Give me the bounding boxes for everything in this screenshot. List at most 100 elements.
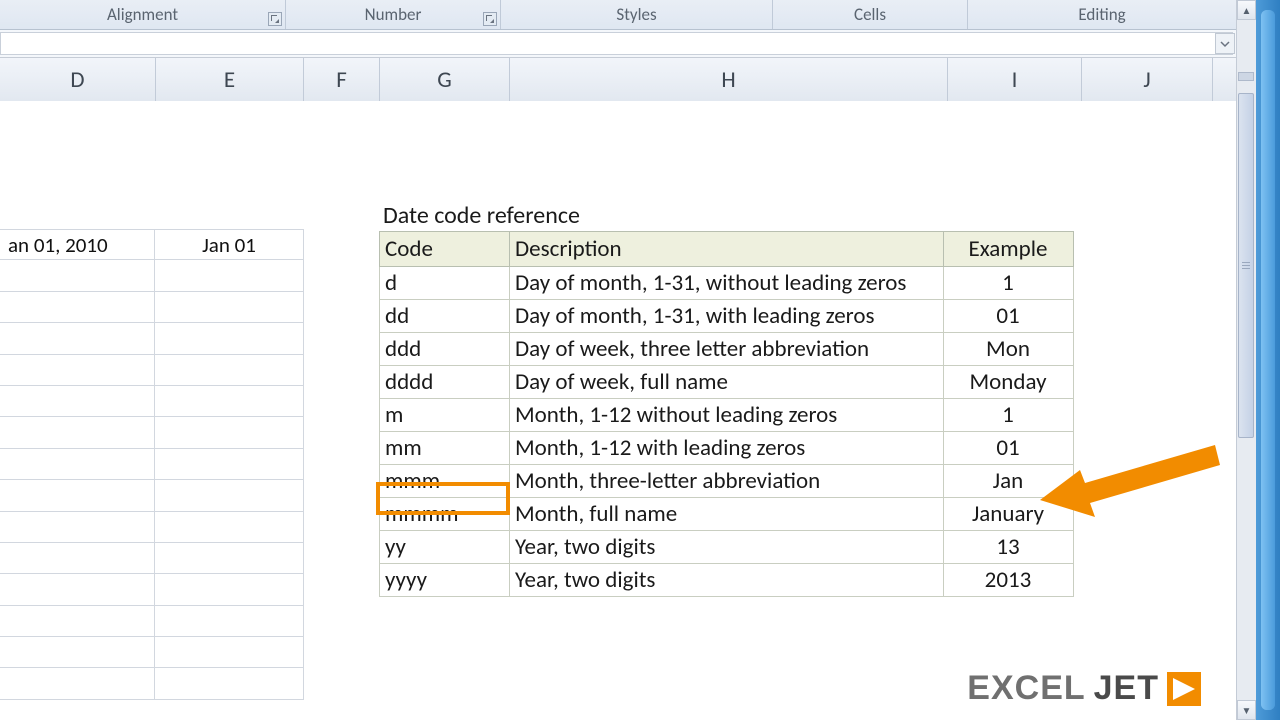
cell-example[interactable]: 01 <box>944 432 1074 465</box>
cell[interactable] <box>155 512 304 543</box>
cell[interactable] <box>0 260 155 291</box>
table-row[interactable] <box>0 668 304 699</box>
table-row[interactable]: mmmMonth, three-letter abbreviationJan <box>380 465 1074 498</box>
cell[interactable] <box>155 574 304 605</box>
cell[interactable] <box>0 292 155 323</box>
table-header-ex[interactable]: Example <box>944 232 1074 267</box>
column-header-I[interactable]: I <box>948 58 1082 101</box>
cell[interactable] <box>0 386 155 417</box>
table-row[interactable] <box>0 323 304 354</box>
cell[interactable] <box>0 543 155 574</box>
table-row[interactable]: dDay of month, 1-31, without leading zer… <box>380 267 1074 300</box>
table-row[interactable]: dddDay of week, three letter abbreviatio… <box>380 333 1074 366</box>
cell-description[interactable]: Month, 1-12 with leading zeros <box>510 432 944 465</box>
cell[interactable] <box>0 606 155 637</box>
cell-description[interactable]: Day of month, 1-31, without leading zero… <box>510 267 944 300</box>
ribbon-group-cells[interactable]: Cells <box>773 0 968 29</box>
dialog-launcher-icon[interactable] <box>483 12 497 26</box>
table-header-code[interactable]: Code <box>380 232 510 267</box>
outer-scroll-thumb[interactable] <box>1261 10 1275 710</box>
cell-code[interactable]: yyyy <box>380 564 510 597</box>
cell-code[interactable]: mm <box>380 432 510 465</box>
table-row[interactable]: yyYear, two digits13 <box>380 531 1074 564</box>
table-row[interactable]: ddDay of month, 1-31, with leading zeros… <box>380 300 1074 333</box>
cell-code[interactable]: dddd <box>380 366 510 399</box>
column-header-G[interactable]: G <box>380 58 510 101</box>
formula-bar-expand-button[interactable] <box>1215 33 1235 54</box>
cell[interactable] <box>0 574 155 605</box>
scroll-thumb[interactable] <box>1238 93 1254 438</box>
cell-description[interactable]: Day of month, 1-31, with leading zeros <box>510 300 944 333</box>
cell[interactable] <box>155 480 304 511</box>
cell-example[interactable]: 1 <box>944 267 1074 300</box>
cell[interactable] <box>155 417 304 448</box>
cell[interactable] <box>155 323 304 354</box>
table-header-desc[interactable]: Description <box>510 232 944 267</box>
cell[interactable] <box>155 543 304 574</box>
cell[interactable] <box>155 606 304 637</box>
cell-description[interactable]: Month, three-letter abbreviation <box>510 465 944 498</box>
table-row[interactable]: an 01, 2010Jan 01 <box>0 229 304 260</box>
cell[interactable] <box>0 512 155 543</box>
column-header-H[interactable]: H <box>510 58 948 101</box>
cell[interactable] <box>155 668 304 699</box>
left-data-range[interactable]: an 01, 2010Jan 01 <box>0 229 304 700</box>
cell-example[interactable]: Jan <box>944 465 1074 498</box>
cell-code[interactable]: mmmm <box>380 498 510 531</box>
ribbon-group-styles[interactable]: Styles <box>501 0 773 29</box>
table-row[interactable] <box>0 637 304 668</box>
cell-example[interactable]: 01 <box>944 300 1074 333</box>
column-header-E[interactable]: E <box>156 58 304 101</box>
cell-code[interactable]: ddd <box>380 333 510 366</box>
table-row[interactable] <box>0 449 304 480</box>
outer-vertical-scrollbar[interactable] <box>1256 0 1280 720</box>
column-header-D[interactable]: D <box>0 58 156 101</box>
cell[interactable] <box>0 417 155 448</box>
table-row[interactable]: mmMonth, 1-12 with leading zeros01 <box>380 432 1074 465</box>
cell[interactable] <box>0 355 155 386</box>
worksheet-area[interactable]: an 01, 2010Jan 01 Date code reference Co… <box>0 101 1237 720</box>
cell-code[interactable]: yy <box>380 531 510 564</box>
cell[interactable] <box>0 449 155 480</box>
cell-description[interactable]: Month, full name <box>510 498 944 531</box>
dialog-launcher-icon[interactable] <box>268 12 282 26</box>
column-header-F[interactable]: F <box>304 58 380 101</box>
column-header-blank[interactable] <box>1213 58 1237 101</box>
cell[interactable]: an 01, 2010 <box>0 229 155 260</box>
ribbon-group-alignment[interactable]: Alignment <box>0 0 286 29</box>
cell-example[interactable]: Monday <box>944 366 1074 399</box>
table-row[interactable] <box>0 512 304 543</box>
table-row[interactable] <box>0 606 304 637</box>
cell-example[interactable]: January <box>944 498 1074 531</box>
table-row[interactable]: mmmmMonth, full nameJanuary <box>380 498 1074 531</box>
vertical-scrollbar[interactable]: ▲ ▼ <box>1236 0 1256 720</box>
cell[interactable] <box>0 637 155 668</box>
cell-code[interactable]: d <box>380 267 510 300</box>
cell[interactable] <box>0 480 155 511</box>
cell-code[interactable]: dd <box>380 300 510 333</box>
table-row[interactable] <box>0 480 304 511</box>
split-handle[interactable] <box>1238 72 1254 81</box>
table-row[interactable] <box>0 292 304 323</box>
cell[interactable] <box>155 637 304 668</box>
cell-description[interactable]: Day of week, three letter abbreviation <box>510 333 944 366</box>
cell-code[interactable]: mmm <box>380 465 510 498</box>
table-row[interactable] <box>0 355 304 386</box>
formula-input[interactable] <box>0 32 1233 55</box>
ribbon-group-editing[interactable]: Editing <box>968 0 1237 29</box>
table-row[interactable]: mMonth, 1-12 without leading zeros1 <box>380 399 1074 432</box>
scroll-up-button[interactable]: ▲ <box>1237 0 1256 20</box>
table-row[interactable] <box>0 417 304 448</box>
cell-description[interactable]: Year, two digits <box>510 531 944 564</box>
cell[interactable] <box>0 668 155 699</box>
cell-example[interactable]: 13 <box>944 531 1074 564</box>
table-row[interactable] <box>0 574 304 605</box>
scroll-down-button[interactable]: ▼ <box>1237 700 1256 720</box>
table-row[interactable] <box>0 386 304 417</box>
cell-description[interactable]: Day of week, full name <box>510 366 944 399</box>
table-row[interactable] <box>0 260 304 291</box>
cell-description[interactable]: Year, two digits <box>510 564 944 597</box>
table-row[interactable] <box>0 543 304 574</box>
cell[interactable]: Jan 01 <box>155 229 304 260</box>
cell[interactable] <box>155 449 304 480</box>
